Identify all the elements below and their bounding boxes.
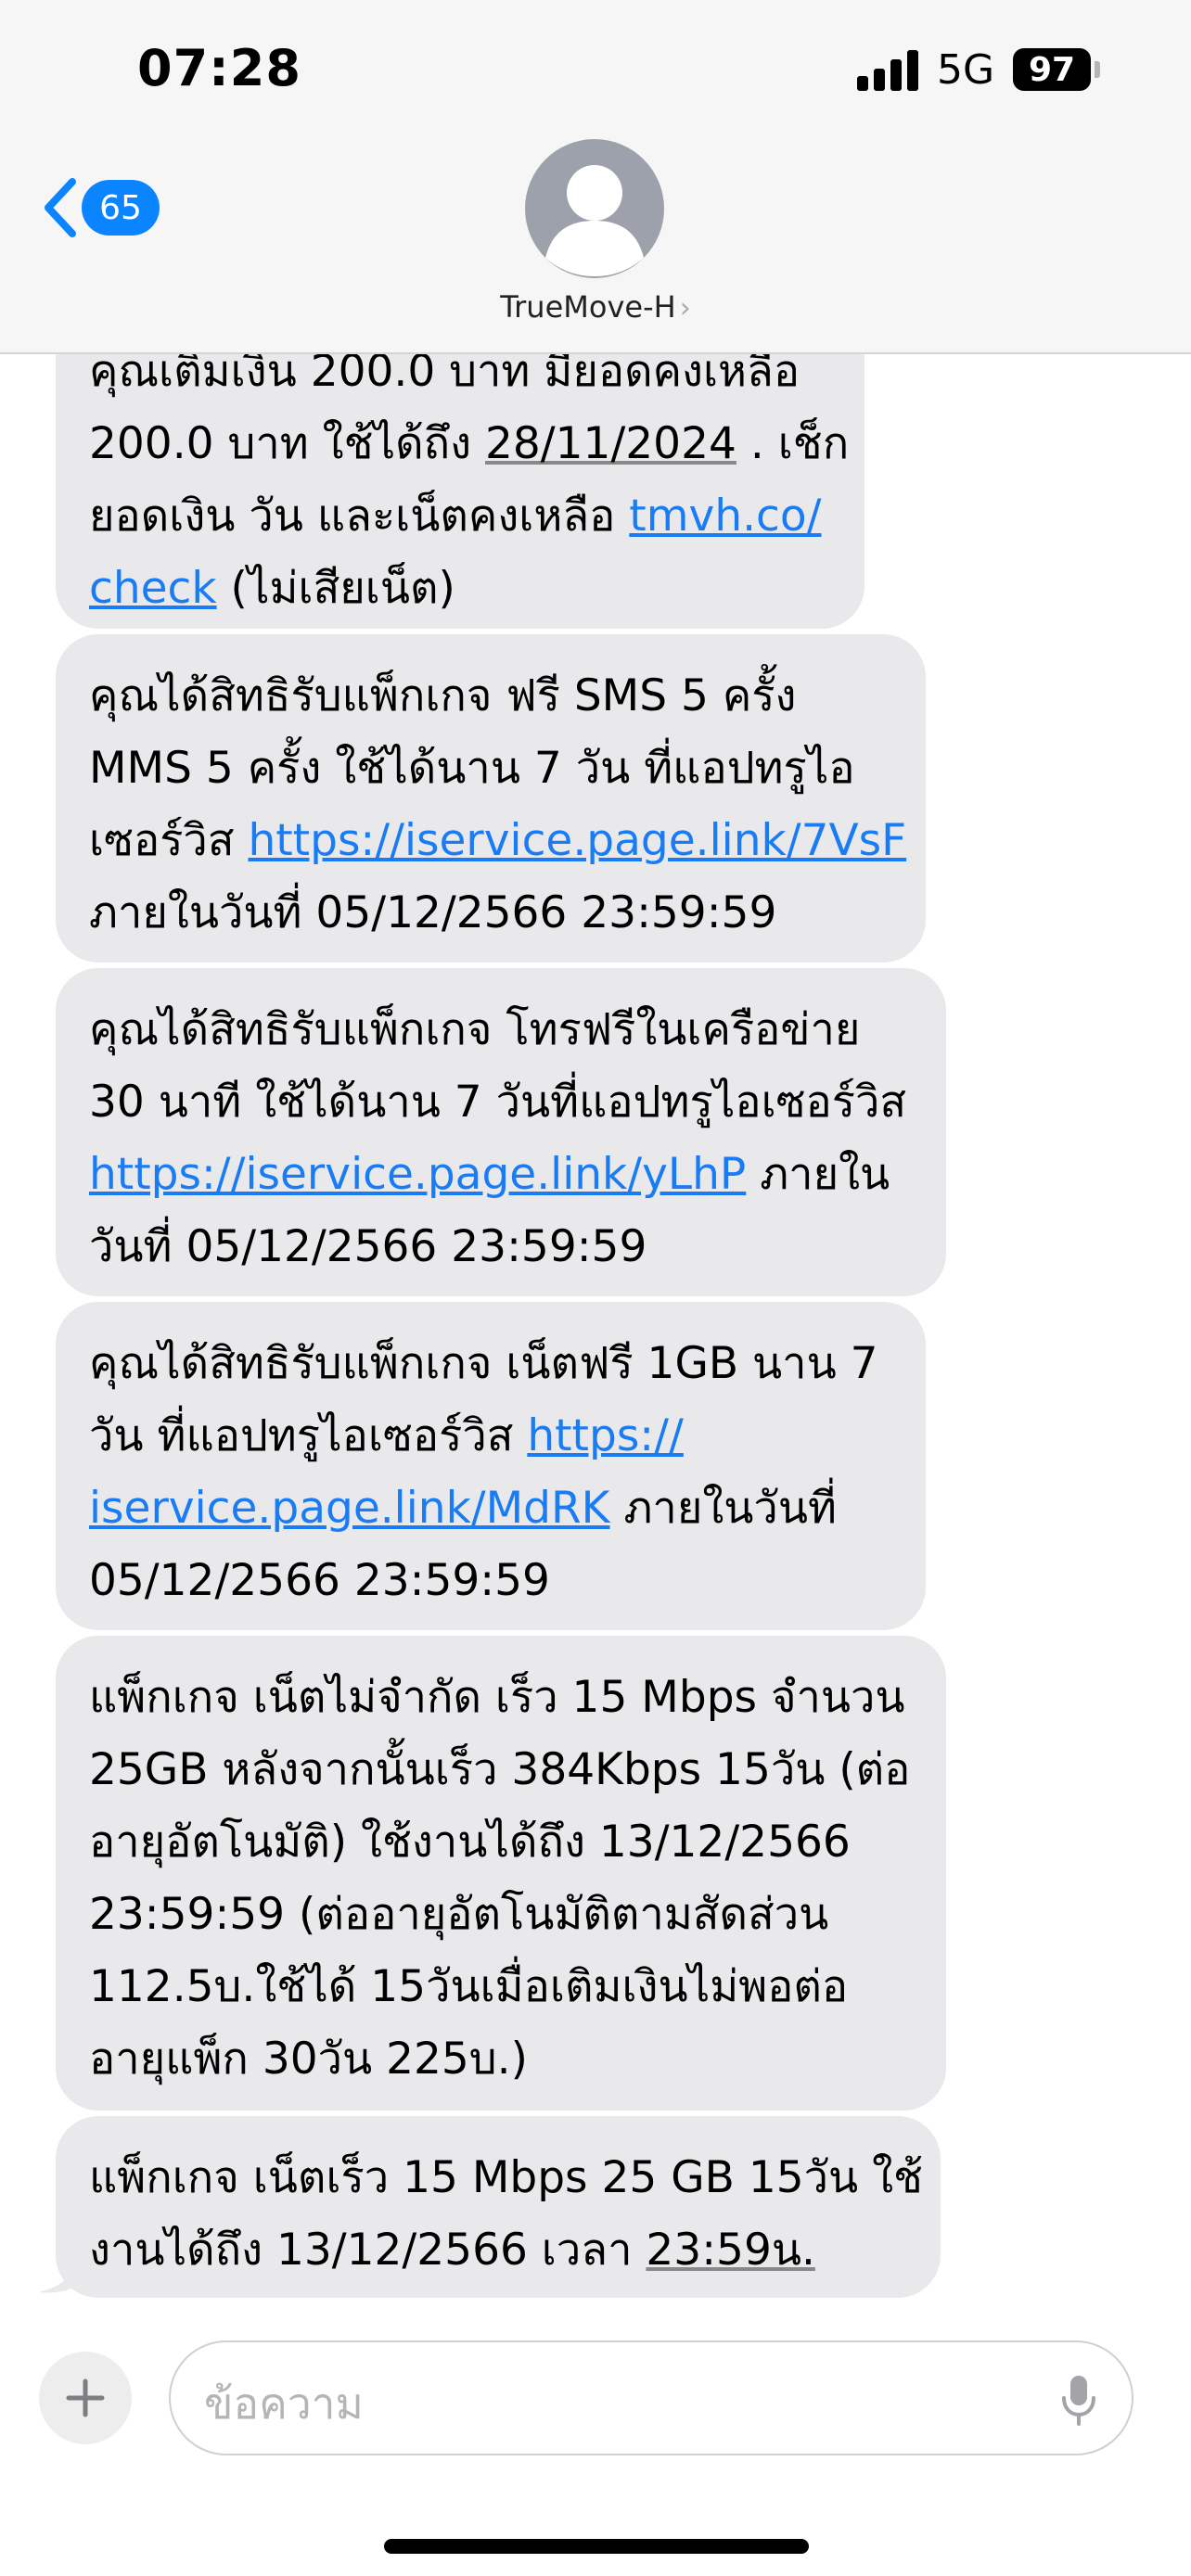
message-text: อายุอัตโนมัติ) ใช้งานได้ถึง 13/12/2566 [89,1817,851,1868]
message-line: วัน ที่แอปทรูไอเซอร์วิส https:// [89,1400,892,1473]
message-line: 200.0 บาท ใช้ได้ถึง 28/11/2024 . เช็ก [89,408,849,480]
message-bubble: คุณได้สิทธิรับแพ็กเกจ ฟรี SMS 5 ครั้ง MMS… [56,634,926,963]
message-text: คุณได้สิทธิรับแพ็กเกจ เน็ตฟรี 1GB นาน 7 [89,1338,878,1389]
message-line: 25GB หลังจากนั้นเร็ว 384Kbps 15วัน (ต่อ [89,1734,913,1806]
message-text: 30 นาที ใช้ได้นาน 7 วันที่แอปทรูไอเซอร์ว… [89,1077,907,1128]
message-link[interactable]: https://iservice.page.link/yLhP [89,1149,746,1200]
person-icon [545,165,644,276]
message-line: วันที่ 05/12/2566 23:59:59 [89,1211,913,1283]
message-line: 05/12/2566 23:59:59 [89,1545,892,1617]
contact-name: TrueMove-H [500,289,676,325]
message-bubble: แพ็กเกจ เน็ตไม่จำกัด เร็ว 15 Mbps จำนวน 2… [56,1636,946,2111]
chevron-right-icon: › [679,292,691,325]
message-text: (ไม่เสียเน็ต) [216,563,455,614]
message-line: ยอดเงิน วัน และเน็ตคงเหลือ tmvh.co/ [89,480,831,553]
unread-count-badge: 65 [82,180,160,236]
message-link[interactable]: https://iservice.page.link/7VsF [248,815,906,866]
message-text: ยอดเงิน วัน และเน็ตคงเหลือ [89,491,630,542]
message-text: งานได้ถึง 13/12/2566 เวลา [89,2225,647,2276]
message-link[interactable]: tmvh.co/ [629,491,821,542]
message-bubble: คุณเติมเงิน 200.0 บาท มียอดคงเหลือ 200.0 … [56,317,864,629]
battery-tip [1095,61,1100,78]
message-text: ภายใน [746,1149,890,1200]
message-line: https://iservice.page.link/yLhP ภายใน [89,1139,913,1211]
message-line: แพ็กเกจ เน็ตไม่จำกัด เร็ว 15 Mbps จำนวน [89,1662,913,1734]
battery-icon: 97 [1013,48,1091,91]
message-line: เซอร์วิส https://iservice.page.link/7VsF [89,805,906,877]
message-text: วันที่ 05/12/2566 23:59:59 [89,1221,647,1272]
message-line: คุณได้สิทธิรับแพ็กเกจ ฟรี SMS 5 ครั้ง [89,660,892,733]
message-line: คุณได้สิทธิรับแพ็กเกจ เน็ตฟรี 1GB นาน 7 [89,1328,892,1400]
contact-avatar[interactable] [525,139,664,278]
cellular-signal-icon [857,48,920,91]
detected-date-link[interactable]: 23:59น. [646,2225,815,2276]
message-line: อายุอัตโนมัติ) ใช้งานได้ถึง 13/12/2566 [89,1806,913,1879]
message-text: ภายในวันที่ 05/12/2566 23:59:59 [89,887,777,938]
message-text: 25GB หลังจากนั้นเร็ว 384Kbps 15วัน (ต่อ [89,1744,911,1795]
message-text: 112.5บ.ใช้ได้ 15วันเมื่อเติมเงินไม่พอต่อ [89,1961,849,2012]
chevron-left-icon [45,178,76,237]
message-text: วัน ที่แอปทรูไอเซอร์วิส [89,1410,528,1461]
message-text: 200.0 บาท ใช้ได้ถึง [89,418,485,469]
message-text: คุณได้สิทธิรับแพ็กเกจ โทรฟรีในเครือข่าย [89,1004,861,1055]
message-line: MMS 5 ครั้ง ใช้ได้นาน 7 วัน ที่แอปทรูไอ [89,733,892,805]
status-time: 07:28 [137,39,301,97]
message-line: คุณได้สิทธิรับแพ็กเกจ โทรฟรีในเครือข่าย [89,994,913,1066]
message-text: MMS 5 ครั้ง ใช้ได้นาน 7 วัน ที่แอปทรูไอ [89,743,855,794]
message-line: งานได้ถึง 13/12/2566 เวลา 23:59น. [89,2214,907,2287]
bubble-tail [39,2251,80,2293]
message-text: . เช็ก [736,418,850,469]
message-bubble: คุณได้สิทธิรับแพ็กเกจ เน็ตฟรี 1GB นาน 7 ว… [56,1302,926,1630]
back-button[interactable]: 65 [41,174,171,243]
message-line: 30 นาที ใช้ได้นาน 7 วันที่แอปทรูไอเซอร์ว… [89,1066,913,1139]
message-text: แพ็กเกจ เน็ตไม่จำกัด เร็ว 15 Mbps จำนวน [89,1672,905,1723]
home-indicator[interactable] [384,2539,809,2554]
conversation-header: 07:28 5G 97 65 TrueMove-H › [0,0,1191,354]
message-line: 112.5บ.ใช้ได้ 15วันเมื่อเติมเงินไม่พอต่อ [89,1951,913,2023]
message-bubble: คุณได้สิทธิรับแพ็กเกจ โทรฟรีในเครือข่าย 3… [56,968,946,1296]
detected-date-link[interactable]: 28/11/2024 [485,418,736,469]
message-input-placeholder: ข้อความ [204,2378,364,2429]
message-text: คุณได้สิทธิรับแพ็กเกจ ฟรี SMS 5 ครั้ง [89,670,797,721]
add-attachment-button[interactable] [39,2352,132,2444]
network-type: 5G [937,46,995,94]
microphone-icon[interactable] [1061,2374,1096,2426]
message-line: check (ไม่เสียเน็ต) [89,553,831,625]
message-line: iservice.page.link/MdRK ภายในวันที่ [89,1473,892,1545]
message-text: อายุแพ็ก 30วัน 225บ.) [89,2034,528,2085]
battery-level: 97 [1028,50,1076,89]
message-line: อายุแพ็ก 30วัน 225บ.) [89,2023,913,2096]
message-text: เซอร์วิส [89,815,249,866]
message-input[interactable]: ข้อความ [169,2340,1133,2455]
message-line: แพ็กเกจ เน็ตเร็ว 15 Mbps 25 GB 15วัน ใช้ [89,2142,923,2214]
message-link[interactable]: check [89,563,217,614]
message-bubble: แพ็กเกจ เน็ตเร็ว 15 Mbps 25 GB 15วัน ใช้… [56,2116,941,2298]
message-link[interactable]: https:// [527,1410,683,1461]
contact-name-button[interactable]: TrueMove-H › [0,289,1191,325]
message-link[interactable]: iservice.page.link/MdRK [89,1483,610,1534]
message-line: 23:59:59 (ต่ออายุอัตโนมัติตามสัดส่วน [89,1879,913,1951]
message-text: ภายในวันที่ [609,1483,837,1534]
message-text: แพ็กเกจ เน็ตเร็ว 15 Mbps 25 GB 15วัน ใช้ [89,2152,923,2203]
message-line: ภายในวันที่ 05/12/2566 23:59:59 [89,877,892,950]
plus-icon [66,2378,105,2417]
message-text: 23:59:59 (ต่ออายุอัตโนมัติตามสัดส่วน [89,1889,829,1940]
message-text: 05/12/2566 23:59:59 [89,1555,550,1606]
